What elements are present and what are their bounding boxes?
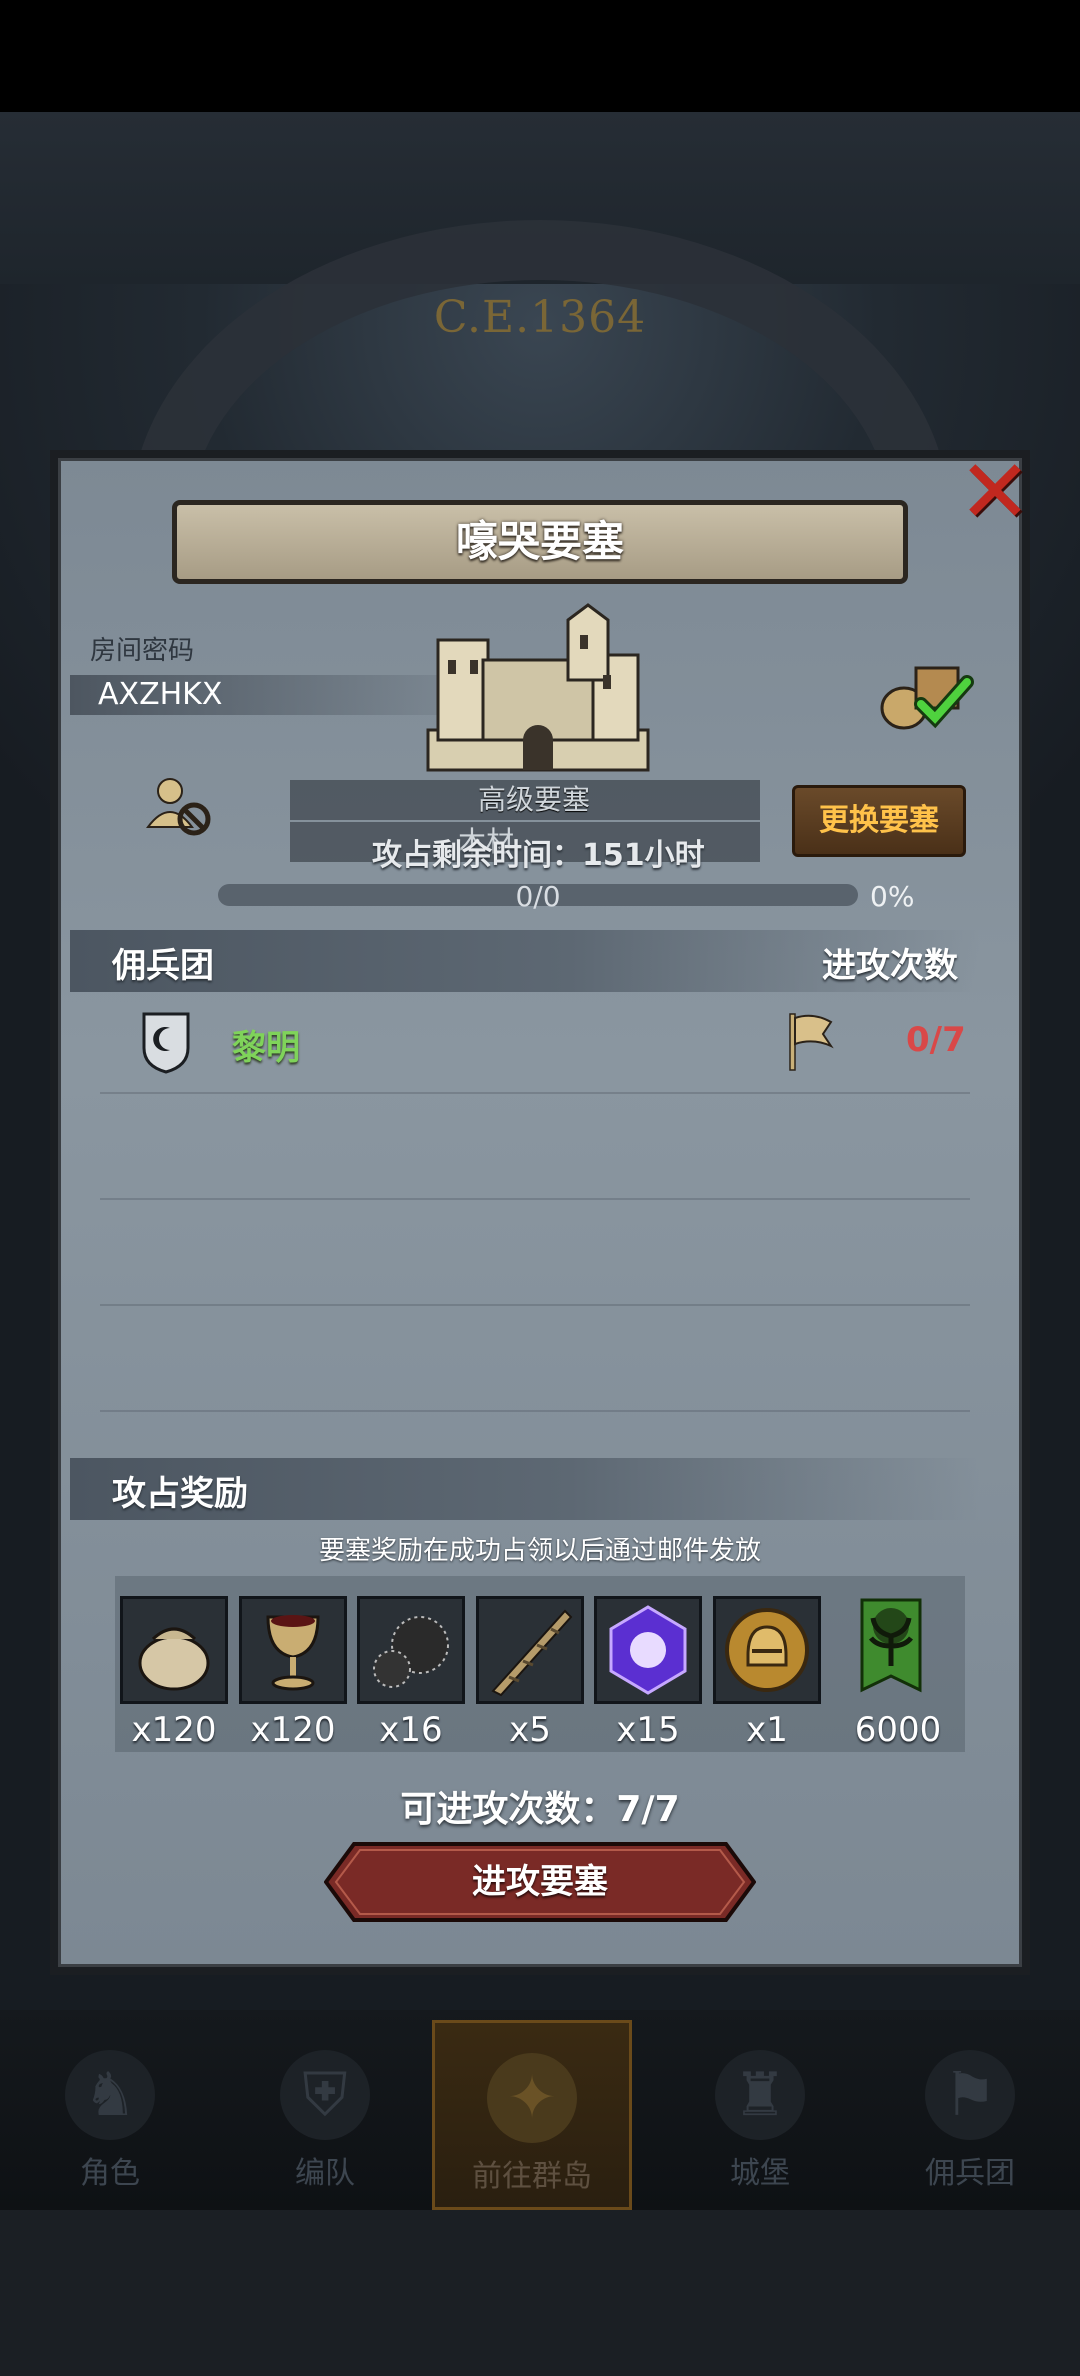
compass-icon: ✦ xyxy=(487,2053,577,2143)
close-x-icon[interactable]: ✕ xyxy=(955,448,1035,536)
reward-qty: 6000 xyxy=(854,1710,942,1750)
reward-qty: x16 xyxy=(379,1710,443,1750)
era-label: C.E.1364 xyxy=(433,292,647,343)
flag-icon xyxy=(789,1013,834,1071)
rewards-header-label: 攻占奖励 xyxy=(112,1474,248,1514)
nav-item-formation[interactable]: ⛨ 编队 xyxy=(225,2020,425,2210)
nav-item-islands[interactable]: ✦ 前往群岛 xyxy=(432,2020,632,2210)
sack-icon xyxy=(138,1627,210,1691)
reward-slot[interactable] xyxy=(713,1596,821,1704)
attack-fortress-label: 进攻要塞 xyxy=(472,1862,608,1902)
nav-label: 城堡 xyxy=(730,2156,790,2191)
row-divider xyxy=(100,1304,970,1306)
castle-icon: ♜ xyxy=(715,2050,805,2140)
reward-slot[interactable] xyxy=(594,1596,702,1704)
horn-icon xyxy=(491,1609,573,1697)
resource-check-icon xyxy=(880,666,974,730)
change-fortress-button[interactable]: 更换要塞 xyxy=(792,785,966,857)
nav-label: 佣兵团 xyxy=(925,2156,1015,2191)
reward-slot[interactable] xyxy=(476,1596,584,1704)
reward-qty: x5 xyxy=(509,1710,551,1750)
attack-count-header: 进攻次数 xyxy=(822,946,958,986)
nav-item-character[interactable]: ♞ 角色 xyxy=(10,2020,210,2210)
goblet-icon xyxy=(266,1615,320,1691)
remaining-time: 攻占剩余时间：151小时 xyxy=(372,838,705,873)
attack-count: 0/7 xyxy=(906,1020,966,1060)
nav-item-mercenary[interactable]: ⚑ 佣兵团 xyxy=(870,2020,1070,2210)
knight-icon: ♞ xyxy=(65,2050,155,2140)
helmet-icon: ⛨ xyxy=(280,2050,370,2140)
tree-banner-icon xyxy=(860,1598,922,1693)
reward-slot[interactable] xyxy=(357,1596,465,1704)
rewards-hint: 要塞奖励在成功占领以后通过邮件发放 xyxy=(318,1536,761,1566)
reward-slot[interactable] xyxy=(120,1596,228,1704)
row-divider xyxy=(100,1410,970,1412)
nav-label: 角色 xyxy=(80,2156,140,2191)
reward-slot[interactable] xyxy=(239,1596,347,1704)
ore-icon xyxy=(373,1616,449,1688)
reward-qty: x120 xyxy=(131,1710,217,1750)
reward-slot[interactable] xyxy=(840,1596,948,1704)
fortress-castle-icon xyxy=(426,603,650,772)
helmet-coin-icon xyxy=(725,1608,809,1692)
nav-label: 前往群岛 xyxy=(472,2159,592,2194)
bottom-area xyxy=(0,2210,1080,2376)
reward-qty: x120 xyxy=(250,1710,336,1750)
guild-shield-icon xyxy=(142,1012,190,1074)
capture-progress-percent: 0% xyxy=(870,880,915,913)
attack-attempts: 可进攻次数：7/7 xyxy=(400,1789,680,1830)
room-password-label: 房间密码 xyxy=(90,636,195,666)
purple-gem-icon xyxy=(609,1605,687,1695)
status-bar xyxy=(0,0,1080,112)
fortress-level: 高级要塞 xyxy=(478,783,591,816)
nav-label: 编队 xyxy=(295,2156,355,2191)
reward-qty: x15 xyxy=(616,1710,680,1750)
nav-item-castle[interactable]: ♜ 城堡 xyxy=(660,2020,860,2210)
ship-icon: ⚑ xyxy=(925,2050,1015,2140)
dialog-title: 嚎哭要塞 xyxy=(172,500,908,584)
mercenary-header-label: 佣兵团 xyxy=(112,946,214,986)
capture-progress-text: 0/0 xyxy=(515,880,561,913)
room-password-value[interactable]: AXZHKX xyxy=(98,677,222,712)
guild-name: 黎明 xyxy=(232,1028,300,1068)
row-divider xyxy=(100,1198,970,1200)
row-divider xyxy=(100,1092,970,1094)
no-user-icon xyxy=(146,778,211,836)
reward-qty: x1 xyxy=(746,1710,788,1750)
